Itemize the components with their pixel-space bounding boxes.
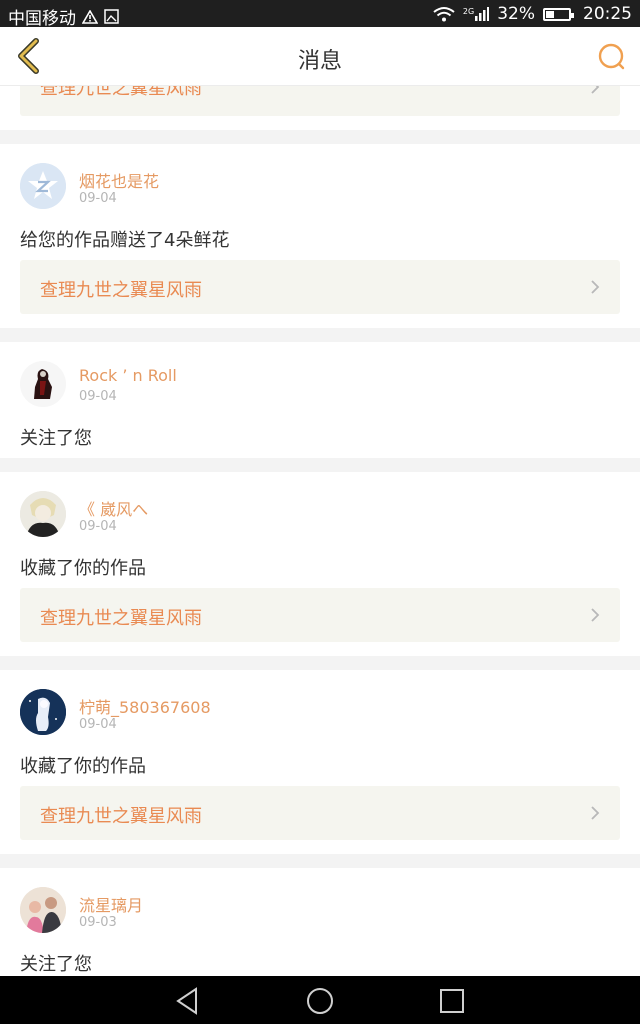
image-icon [104, 9, 119, 24]
message-date: 09-04 [79, 389, 117, 404]
work-link[interactable]: 查理九世之翼星风雨 [20, 786, 620, 840]
avatar[interactable] [20, 361, 66, 407]
message-date: 09-04 [79, 191, 117, 206]
status-bar: 中国移动 2G 32% 20:25 [0, 0, 640, 29]
username[interactable]: 柠萌_580367608 [79, 694, 211, 718]
username[interactable]: 《 崴风へ [79, 496, 148, 520]
message-card[interactable]: Rock ’ n Roll 09-04 关注了您 [0, 342, 640, 458]
avatar[interactable] [20, 491, 66, 537]
chevron-right-icon [591, 608, 600, 622]
header: 消息 [0, 27, 640, 86]
work-title: 查理九世之翼星风雨 [40, 86, 202, 99]
work-title: 查理九世之翼星风雨 [40, 608, 202, 629]
message-card[interactable]: 流星璃月 09-03 关注了您 [0, 868, 640, 976]
work-link[interactable]: 查理九世之翼星风雨 [20, 86, 620, 116]
nav-back-icon[interactable] [170, 986, 204, 1016]
message-card: 查理九世之翼星风雨 [0, 86, 640, 130]
work-link[interactable]: 查理九世之翼星风雨 [20, 260, 620, 314]
battery-icon [543, 7, 574, 21]
work-title: 查理九世之翼星风雨 [40, 280, 202, 301]
chevron-right-icon [591, 86, 600, 94]
avatar[interactable] [20, 163, 66, 209]
message-card[interactable]: 烟花也是花 09-04 给您的作品赠送了4朵鲜花 查理九世之翼星风雨 [0, 144, 640, 328]
carrier-label: 中国移动 [8, 9, 76, 29]
username[interactable]: 烟花也是花 [79, 168, 159, 192]
avatar[interactable] [20, 689, 66, 735]
work-title: 查理九世之翼星风雨 [40, 806, 202, 827]
username[interactable]: Rock ’ n Roll [79, 366, 177, 385]
message-action: 关注了您 [20, 954, 92, 975]
clock: 20:25 [583, 4, 632, 24]
work-link[interactable]: 查理九世之翼星风雨 [20, 588, 620, 642]
message-action: 给您的作品赠送了4朵鲜花 [20, 230, 230, 251]
message-card[interactable]: 柠萌_580367608 09-04 收藏了你的作品 查理九世之翼星风雨 [0, 670, 640, 854]
battery-percent: 32% [497, 4, 535, 24]
nav-home-icon[interactable] [303, 986, 337, 1016]
message-action: 收藏了你的作品 [20, 756, 146, 777]
user-avatar-icon [20, 887, 66, 933]
wifi-icon [433, 7, 455, 22]
search-button[interactable] [594, 39, 630, 75]
username[interactable]: 流星璃月 [79, 892, 143, 916]
warning-icon [82, 9, 98, 24]
message-action: 收藏了你的作品 [20, 558, 146, 579]
message-date: 09-04 [79, 519, 117, 534]
message-date: 09-04 [79, 717, 117, 732]
page-title: 消息 [297, 49, 342, 74]
user-avatar-icon [20, 361, 66, 407]
default-avatar-icon [20, 163, 66, 209]
message-action: 关注了您 [20, 428, 92, 449]
network-type-label: 2G [462, 7, 475, 16]
search-icon [598, 43, 625, 70]
user-avatar-icon [20, 491, 66, 537]
avatar[interactable] [20, 887, 66, 933]
system-nav-bar [0, 976, 640, 1024]
signal-icon [475, 7, 490, 21]
message-date: 09-03 [79, 915, 117, 930]
message-list[interactable]: 查理九世之翼星风雨 烟花也是花 09-04 给您的作品赠送了4朵鲜花 查理九世之… [0, 86, 640, 976]
user-avatar-icon [20, 689, 66, 735]
message-card[interactable]: 《 崴风へ 09-04 收藏了你的作品 查理九世之翼星风雨 [0, 472, 640, 656]
chevron-right-icon [591, 806, 600, 820]
chevron-right-icon [591, 280, 600, 294]
nav-recents-icon[interactable] [435, 986, 469, 1016]
